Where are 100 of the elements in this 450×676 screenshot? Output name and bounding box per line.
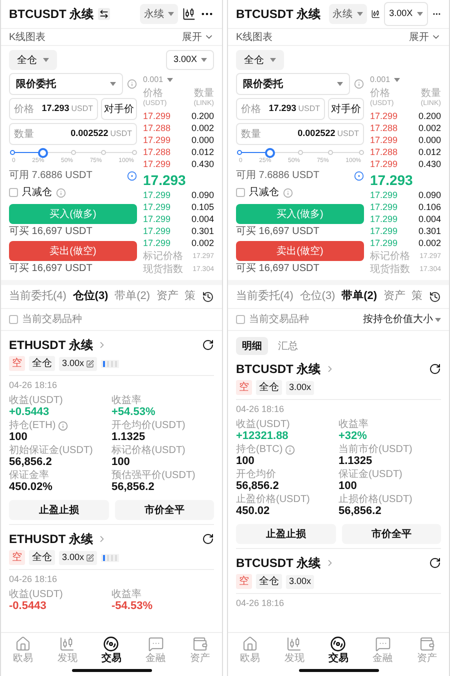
position-symbol[interactable]: ETHUSDT 永续 (9, 336, 93, 354)
bid-price: 17.299 (143, 237, 171, 250)
leverage-tag[interactable]: 3.00x (59, 550, 98, 564)
history-icon[interactable] (429, 290, 441, 302)
leverage-tag: 3.00x (286, 380, 314, 394)
caret-icon (167, 78, 174, 82)
ask-price: 17.299 (143, 134, 171, 148)
caret-icon (394, 78, 400, 82)
segment-button[interactable]: 明细 (236, 337, 268, 355)
index-label: 现货指数 (143, 264, 183, 276)
ask-amount: 0.000 (418, 134, 441, 148)
contract-type-select[interactable]: 永续 (140, 4, 178, 24)
position-symbol[interactable]: BTCUSDT 永续 (236, 554, 321, 572)
checkbox[interactable] (236, 188, 245, 197)
caret-icon (435, 318, 441, 322)
tab[interactable]: 资产 (156, 288, 178, 305)
tab[interactable]: 当前委托(4) (9, 288, 66, 305)
ask-price: 17.288 (143, 146, 171, 160)
contract-type-select[interactable]: 永续 (328, 4, 367, 24)
edit-icon (86, 554, 94, 562)
sell-button[interactable]: 卖出(做空) (9, 241, 137, 261)
side-tag: 空 (9, 550, 25, 565)
target-icon[interactable] (354, 170, 364, 180)
slider-step (10, 150, 14, 155)
segment-button[interactable]: 汇总 (272, 337, 304, 355)
sort-select[interactable]: 按持仓价值大小 (363, 312, 441, 327)
margin-mode-select[interactable]: 全仓 (9, 50, 57, 70)
tab[interactable]: 资产 (383, 288, 406, 305)
expand-toggle[interactable]: 展开 (182, 30, 214, 44)
quantity-value: 0.002522 (70, 127, 108, 140)
field-label: 价格 (14, 102, 34, 116)
slider-thumb[interactable] (264, 148, 274, 158)
sell-button[interactable]: 卖出(做空) (236, 241, 364, 261)
slider-track[interactable] (12, 149, 134, 156)
checkbox[interactable] (9, 188, 18, 197)
counter-price-button[interactable]: 对手价 (101, 98, 137, 120)
index-label: 标记价格 (143, 251, 183, 263)
expand-toggle[interactable]: 展开 (409, 30, 441, 44)
swap-icon[interactable] (98, 8, 110, 20)
caret-icon (270, 58, 276, 62)
position-symbol[interactable]: BTCUSDT 永续 (236, 360, 321, 378)
tab[interactable]: 带单(2) (342, 288, 378, 305)
checkbox[interactable] (9, 315, 18, 324)
margin-tag: 全仓 (29, 356, 55, 371)
caret-icon (416, 12, 423, 16)
leverage-tag[interactable]: 3.00x (59, 356, 98, 370)
edit-icon (86, 360, 94, 368)
slider-step (70, 150, 76, 155)
tab[interactable]: 仓位(3) (300, 288, 336, 305)
bid-amount: 0.301 (191, 225, 214, 238)
chart-label: K线图表 (236, 30, 273, 44)
history-icon[interactable] (202, 290, 214, 302)
ask-amount: 0.012 (418, 146, 441, 160)
checkbox[interactable] (236, 315, 245, 324)
leverage-select[interactable]: 3.00X (384, 2, 428, 26)
field-value: 56,856.2 (338, 505, 382, 518)
slider-track[interactable] (239, 149, 361, 156)
position-action-button[interactable]: 市价全平 (342, 524, 441, 544)
position-time: 04-26 18:16 (236, 598, 286, 609)
position-symbol[interactable]: ETHUSDT 永续 (9, 530, 93, 548)
field-label: 当前市价(USDT) (338, 444, 412, 455)
counter-price-button[interactable]: 对手价 (328, 98, 364, 120)
ask-amount: 0.012 (191, 146, 214, 160)
quantity-field[interactable]: 数量 0.002522 USDT (9, 123, 137, 145)
bid-price: 17.299 (370, 189, 398, 202)
column-header: 价格 (370, 89, 391, 99)
field-label: 持仓(ETH) (9, 420, 56, 431)
ask-price: 17.288 (143, 122, 171, 136)
tab[interactable]: 带单(2) (114, 288, 150, 305)
order-type-select[interactable]: 限价委托 (236, 73, 350, 95)
last-price: 17.293 (370, 171, 414, 190)
target-icon[interactable] (127, 170, 137, 180)
order-type-select[interactable]: 限价委托 (9, 73, 123, 95)
candlestick-icon[interactable] (182, 7, 196, 21)
field-label: 收益率 (338, 419, 368, 430)
price-field[interactable]: 价格 17.293 USDT (236, 98, 325, 120)
position-action-button[interactable]: 市价全平 (114, 500, 214, 520)
ask-price: 17.299 (370, 158, 398, 172)
candlestick-icon (286, 636, 302, 652)
nav-item[interactable]: 交易 (318, 636, 358, 664)
quantity-field[interactable]: 数量 0.002522 USDT (236, 123, 364, 145)
price-field[interactable]: 价格 17.293 USDT (9, 98, 98, 120)
field-label: 开仓均价(USDT) (112, 420, 186, 431)
position-action-button[interactable]: 止盈止损 (9, 500, 108, 520)
field-label: 保证金率 (9, 470, 49, 481)
margin-mode-select[interactable]: 全仓 (236, 50, 284, 70)
nav-item[interactable]: 交易 (91, 636, 132, 664)
field-label: 收益(USDT) (236, 419, 290, 430)
candlestick-icon[interactable] (370, 7, 380, 21)
tab[interactable]: 策 (184, 288, 196, 305)
unit-label: USDT (110, 128, 132, 140)
leverage-select[interactable]: 3.00X (166, 50, 214, 70)
max-sell-text: 可买 16,697 USDT (236, 263, 320, 275)
tab[interactable]: 当前委托(4) (236, 288, 294, 305)
slider-step (101, 150, 106, 155)
tab[interactable]: 仓位(3) (72, 288, 108, 305)
position-action-button[interactable]: 止盈止损 (236, 524, 336, 544)
wallet-icon (192, 636, 208, 652)
tab[interactable]: 策 (412, 288, 423, 305)
slider-thumb[interactable] (38, 148, 48, 158)
